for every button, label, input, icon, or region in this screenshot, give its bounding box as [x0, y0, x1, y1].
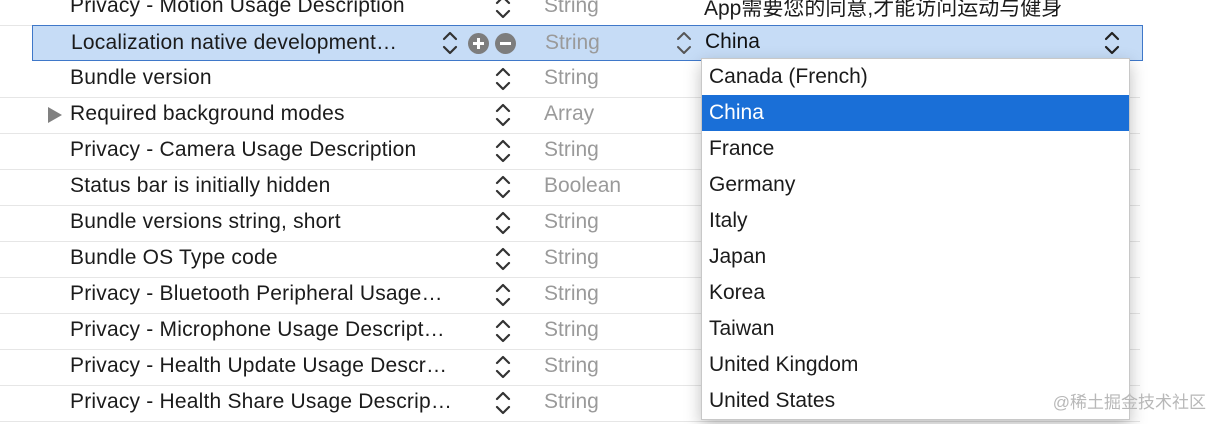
key-stepper-icon[interactable]	[494, 317, 512, 345]
row-key: Bundle version	[70, 66, 212, 89]
key-stepper-icon[interactable]	[494, 389, 512, 417]
watermark: @稀土掘金技术社区	[1052, 393, 1206, 412]
row-type[interactable]: String	[544, 138, 599, 162]
menu-item-italy[interactable]: Italy	[702, 203, 1129, 239]
table-row[interactable]: Privacy - Motion Usage Description Strin…	[0, 0, 1140, 26]
row-key: Privacy - Microphone Usage Descript…	[70, 318, 445, 341]
row-type[interactable]: String	[544, 282, 599, 306]
menu-item-united-kingdom[interactable]: United Kingdom	[702, 347, 1129, 383]
row-key: Required background modes	[70, 102, 345, 125]
row-value[interactable]: App需要您的同意,才能访问运动与健身	[704, 0, 1062, 22]
row-type[interactable]: String	[544, 210, 599, 234]
row-type[interactable]: String	[544, 390, 599, 414]
row-key: Bundle OS Type code	[70, 246, 278, 269]
key-stepper-icon[interactable]	[494, 101, 512, 129]
value-dropdown-menu: Canada (French) China France Germany Ita…	[701, 58, 1130, 420]
key-stepper-icon[interactable]	[441, 29, 459, 57]
row-key: Localization native development…	[71, 31, 398, 54]
menu-item-germany[interactable]: Germany	[702, 167, 1129, 203]
menu-item-canada-french[interactable]: Canada (French)	[702, 59, 1129, 95]
menu-item-japan[interactable]: Japan	[702, 239, 1129, 275]
row-key: Status bar is initially hidden	[70, 174, 331, 197]
row-type[interactable]: String	[545, 31, 600, 55]
row-key: Privacy - Motion Usage Description	[70, 0, 405, 17]
key-stepper-icon[interactable]	[494, 137, 512, 165]
row-type[interactable]: String	[544, 354, 599, 378]
key-stepper-icon[interactable]	[494, 209, 512, 237]
table-row-selected[interactable]: Localization native development… String …	[32, 25, 1143, 61]
menu-item-taiwan[interactable]: Taiwan	[702, 311, 1129, 347]
row-key: Bundle versions string, short	[70, 210, 341, 233]
type-stepper-icon[interactable]	[675, 29, 693, 57]
disclosure-triangle-icon[interactable]	[48, 107, 62, 123]
key-stepper-icon[interactable]	[494, 65, 512, 93]
remove-row-icon[interactable]	[495, 33, 516, 54]
row-value-popup[interactable]: China	[705, 30, 760, 54]
row-key: Privacy - Health Share Usage Descrip…	[70, 390, 453, 413]
row-type[interactable]: Boolean	[544, 174, 621, 198]
row-type[interactable]: String	[544, 246, 599, 270]
menu-item-china[interactable]: China	[702, 95, 1129, 131]
row-type[interactable]: String	[544, 318, 599, 342]
row-key: Privacy - Health Update Usage Descr…	[70, 354, 448, 377]
row-type[interactable]: String	[544, 0, 599, 18]
add-row-icon[interactable]	[468, 33, 489, 54]
key-stepper-icon[interactable]	[494, 353, 512, 381]
menu-item-france[interactable]: France	[702, 131, 1129, 167]
key-stepper-icon[interactable]	[494, 173, 512, 201]
key-stepper-icon[interactable]	[494, 245, 512, 273]
row-type[interactable]: String	[544, 66, 599, 90]
row-type[interactable]: Array	[544, 102, 594, 126]
value-popup-chevron-icon[interactable]	[1103, 29, 1121, 57]
row-key: Privacy - Camera Usage Description	[70, 138, 417, 161]
key-stepper-icon[interactable]	[494, 0, 512, 21]
row-key: Privacy - Bluetooth Peripheral Usage…	[70, 282, 443, 305]
menu-item-korea[interactable]: Korea	[702, 275, 1129, 311]
key-stepper-icon[interactable]	[494, 281, 512, 309]
